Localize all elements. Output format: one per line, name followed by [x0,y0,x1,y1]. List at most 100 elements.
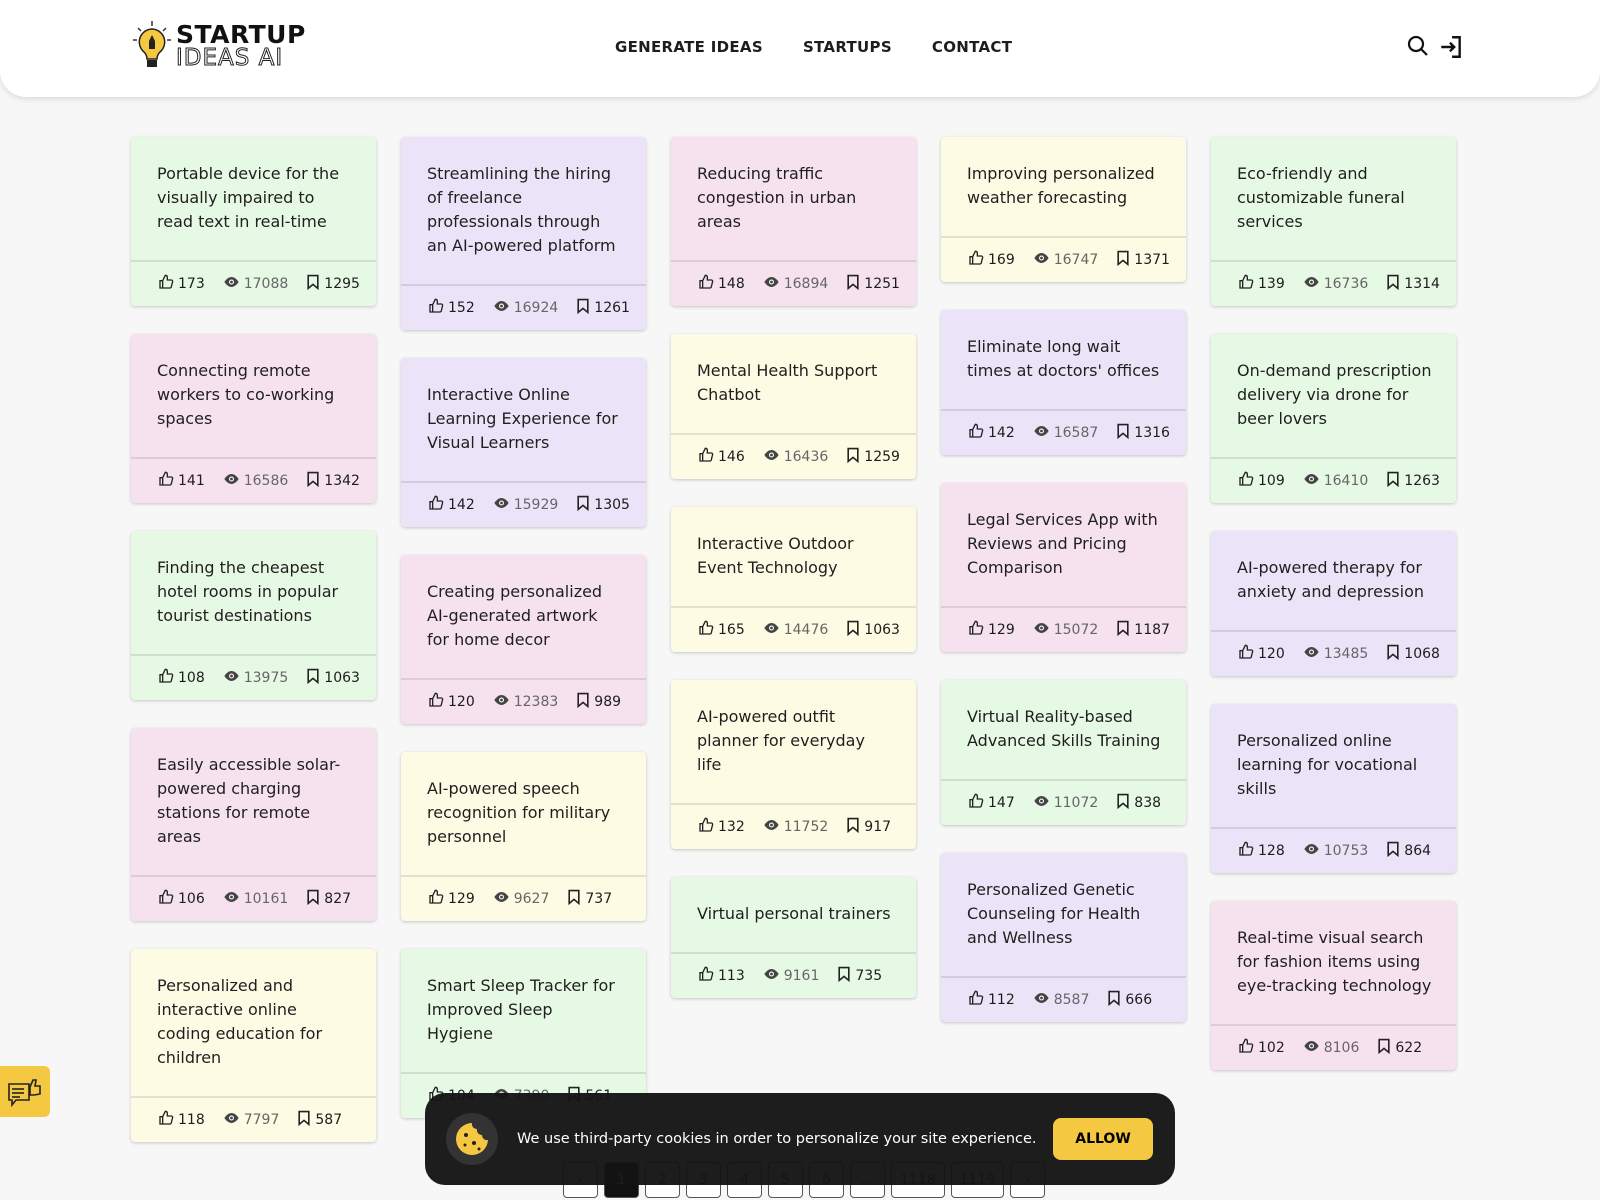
idea-title[interactable]: Interactive Online Learning Experience f… [401,358,646,481]
like-button[interactable]: 129 [968,620,1015,640]
idea-card[interactable]: Personalized Genetic Counseling for Heal… [941,853,1186,1022]
like-button[interactable]: 128 [1238,841,1285,861]
like-button[interactable]: 102 [1238,1038,1285,1058]
feedback-button[interactable] [0,1066,50,1117]
idea-card[interactable]: Real-time visual search for fashion item… [1211,901,1456,1070]
save-button[interactable]: 1187 [1116,620,1170,640]
save-button[interactable]: 1063 [846,620,900,640]
idea-card[interactable]: Finding the cheapest hotel rooms in popu… [131,531,376,700]
idea-title[interactable]: Connecting remote workers to co-working … [131,334,376,457]
like-button[interactable]: 152 [428,298,475,318]
idea-title[interactable]: Easily accessible solar-powered charging… [131,728,376,875]
save-button[interactable]: 1261 [576,298,630,318]
idea-card[interactable]: Interactive Outdoor Event Technology 165… [671,507,916,652]
idea-card[interactable]: Creating personalized AI-generated artwo… [401,555,646,724]
save-button[interactable]: 1068 [1386,644,1440,664]
idea-card[interactable]: Streamlining the hiring of freelance pro… [401,137,646,330]
idea-title[interactable]: Smart Sleep Tracker for Improved Sleep H… [401,949,646,1072]
like-button[interactable]: 169 [968,250,1015,270]
nav-generate-ideas[interactable]: GENERATE IDEAS [615,38,763,56]
like-button[interactable]: 165 [698,620,745,640]
like-button[interactable]: 142 [968,423,1015,443]
idea-title[interactable]: Virtual Reality-based Advanced Skills Tr… [941,680,1186,779]
logo[interactable]: STARTUP IDEAS AI [132,20,306,72]
like-button[interactable]: 113 [698,966,745,986]
save-button[interactable]: 666 [1107,990,1152,1010]
idea-card[interactable]: Eco-friendly and customizable funeral se… [1211,137,1456,306]
like-button[interactable]: 132 [698,817,745,837]
idea-card[interactable]: Mental Health Support Chatbot 146 16436 … [671,334,916,479]
like-button[interactable]: 139 [1238,274,1285,294]
idea-card[interactable]: Connecting remote workers to co-working … [131,334,376,503]
idea-title[interactable]: AI-powered therapy for anxiety and depre… [1211,531,1456,630]
idea-card[interactable]: AI-powered outfit planner for everyday l… [671,680,916,849]
like-button[interactable]: 118 [158,1110,205,1130]
idea-card[interactable]: On-demand prescription delivery via dron… [1211,334,1456,503]
save-button[interactable]: 622 [1377,1038,1422,1058]
save-button[interactable]: 737 [567,889,612,909]
save-button[interactable]: 1342 [306,471,360,491]
idea-title[interactable]: Personalized Genetic Counseling for Heal… [941,853,1186,976]
save-button[interactable]: 1063 [306,668,360,688]
idea-card[interactable]: Easily accessible solar-powered charging… [131,728,376,921]
idea-card[interactable]: Reducing traffic congestion in urban are… [671,137,916,306]
save-button[interactable]: 1263 [1386,471,1440,491]
idea-title[interactable]: Personalized online learning for vocatio… [1211,704,1456,827]
save-button[interactable]: 864 [1386,841,1431,861]
like-button[interactable]: 147 [968,793,1015,813]
like-button[interactable]: 173 [158,274,205,294]
allow-cookies-button[interactable]: ALLOW [1053,1118,1153,1160]
idea-title[interactable]: Virtual personal trainers [671,877,916,952]
like-button[interactable]: 141 [158,471,205,491]
idea-title[interactable]: Personalized and interactive online codi… [131,949,376,1096]
like-button[interactable]: 109 [1238,471,1285,491]
save-button[interactable]: 1305 [576,495,630,515]
idea-card[interactable]: Virtual Reality-based Advanced Skills Tr… [941,680,1186,825]
save-button[interactable]: 1259 [846,447,900,467]
idea-card[interactable]: AI-powered therapy for anxiety and depre… [1211,531,1456,676]
save-button[interactable]: 1251 [846,274,900,294]
idea-title[interactable]: Improving personalized weather forecasti… [941,137,1186,236]
idea-card[interactable]: Virtual personal trainers 113 9161 735 [671,877,916,998]
idea-title[interactable]: Mental Health Support Chatbot [671,334,916,433]
idea-title[interactable]: Interactive Outdoor Event Technology [671,507,916,606]
idea-card[interactable]: Eliminate long wait times at doctors' of… [941,310,1186,455]
search-icon[interactable] [1406,34,1430,58]
like-button[interactable]: 108 [158,668,205,688]
like-button[interactable]: 120 [1238,644,1285,664]
save-button[interactable]: 587 [297,1110,342,1130]
save-button[interactable]: 1314 [1386,274,1440,294]
idea-title[interactable]: Real-time visual search for fashion item… [1211,901,1456,1024]
save-button[interactable]: 917 [846,817,891,837]
idea-title[interactable]: Reducing traffic congestion in urban are… [671,137,916,260]
idea-title[interactable]: AI-powered speech recognition for milita… [401,752,646,875]
save-button[interactable]: 827 [306,889,351,909]
idea-title[interactable]: Finding the cheapest hotel rooms in popu… [131,531,376,654]
idea-card[interactable]: Portable device for the visually impaire… [131,137,376,306]
like-button[interactable]: 142 [428,495,475,515]
like-button[interactable]: 112 [968,990,1015,1010]
idea-card[interactable]: Personalized and interactive online codi… [131,949,376,1142]
login-icon[interactable] [1438,34,1464,60]
like-button[interactable]: 129 [428,889,475,909]
like-button[interactable]: 120 [428,692,475,712]
save-button[interactable]: 1295 [306,274,360,294]
idea-title[interactable]: Creating personalized AI-generated artwo… [401,555,646,678]
idea-card[interactable]: Improving personalized weather forecasti… [941,137,1186,282]
idea-title[interactable]: Legal Services App with Reviews and Pric… [941,483,1186,606]
idea-title[interactable]: Eco-friendly and customizable funeral se… [1211,137,1456,260]
nav-contact[interactable]: CONTACT [932,38,1012,56]
idea-card[interactable]: Interactive Online Learning Experience f… [401,358,646,527]
like-button[interactable]: 146 [698,447,745,467]
save-button[interactable]: 1316 [1116,423,1170,443]
idea-card[interactable]: Personalized online learning for vocatio… [1211,704,1456,873]
idea-title[interactable]: Portable device for the visually impaire… [131,137,376,260]
idea-card[interactable]: AI-powered speech recognition for milita… [401,752,646,921]
idea-title[interactable]: Streamlining the hiring of freelance pro… [401,137,646,284]
like-button[interactable]: 106 [158,889,205,909]
idea-title[interactable]: Eliminate long wait times at doctors' of… [941,310,1186,409]
idea-title[interactable]: On-demand prescription delivery via dron… [1211,334,1456,457]
like-button[interactable]: 148 [698,274,745,294]
save-button[interactable]: 838 [1116,793,1161,813]
save-button[interactable]: 735 [837,966,882,986]
